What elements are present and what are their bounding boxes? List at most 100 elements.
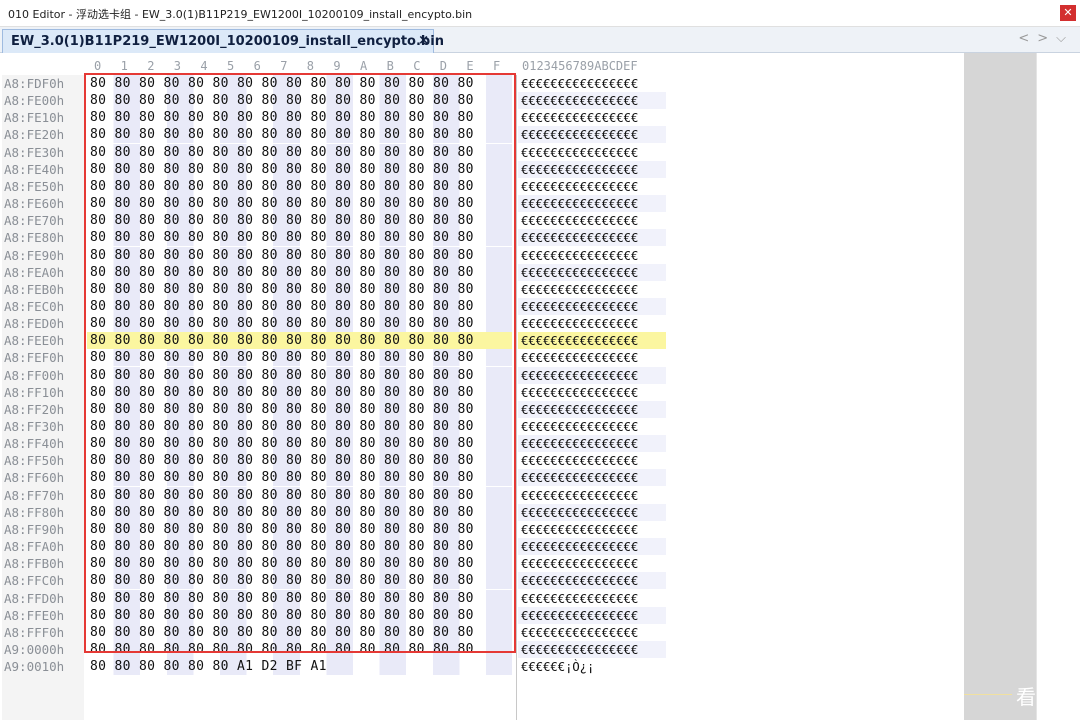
hex-row[interactable]: A9:0010h 80 80 80 80 80 80 A1 D2 BF A1 €€€…	[0, 658, 964, 676]
row-address: A8:FF10h	[4, 384, 65, 400]
row-ascii[interactable]: €€€€€€€€€€€€€€€€	[521, 470, 638, 485]
hex-col-header: 4	[200, 59, 208, 73]
row-address: A8:FEC0h	[4, 298, 65, 314]
row-address: A8:FF80h	[4, 504, 65, 520]
tab-close-icon[interactable]: ×	[418, 33, 429, 48]
row-ascii[interactable]: €€€€€€€€€€€€€€€€	[521, 453, 638, 468]
row-ascii[interactable]: €€€€€€€€€€€€€€€€	[521, 539, 638, 554]
row-address: A8:FFB0h	[4, 556, 65, 572]
row-ascii[interactable]: €€€€€€€€€€€€€€€€	[521, 591, 638, 606]
vertical-scrollbar[interactable]	[1036, 53, 1080, 720]
hex-col-header: 1	[120, 59, 128, 73]
row-ascii[interactable]: €€€€€€€€€€€€€€€€	[521, 162, 638, 177]
tab-menu-icon[interactable]: ⌵	[1056, 31, 1074, 46]
watermark-line	[964, 694, 1012, 695]
hex-col-header: 2	[147, 59, 155, 73]
row-ascii[interactable]: €€€€€€€€€€€€€€€€	[521, 436, 638, 451]
row-address: A8:FE10h	[4, 110, 65, 126]
row-address: A8:FF50h	[4, 453, 65, 469]
hex-col-header: 9	[333, 59, 341, 73]
row-ascii[interactable]: €€€€€€€€€€€€€€€€	[521, 402, 638, 417]
row-ascii[interactable]: €€€€€€€€€€€€€€€€	[521, 299, 638, 314]
row-ascii[interactable]: €€€€€€€€€€€€€€€€	[521, 196, 638, 211]
hex-col-header: 8	[306, 59, 315, 73]
row-address: A8:FE30h	[4, 144, 65, 160]
hex-col-header: 7	[280, 59, 288, 73]
row-ascii[interactable]: €€€€€€€€€€€€€€€€	[521, 110, 638, 125]
row-address: A8:FDF0h	[4, 76, 65, 91]
row-ascii[interactable]: €€€€€€€€€€€€€€€€	[521, 282, 638, 297]
row-ascii[interactable]: €€€€€€€€€€€€€€€€	[521, 265, 638, 280]
selection-box	[84, 73, 516, 653]
row-address: A8:FE20h	[4, 127, 65, 143]
row-address: A8:FE00h	[4, 93, 65, 109]
row-ascii[interactable]: €€€€€€€€€€€€€€€€	[521, 608, 638, 623]
tab-next-icon[interactable]: >	[1037, 31, 1056, 46]
row-ascii[interactable]: €€€€€€€€€€€€€€€€	[521, 505, 638, 520]
row-address: A8:FFC0h	[4, 573, 65, 589]
hex-col-header: 5	[227, 59, 235, 73]
row-ascii[interactable]: €€€€€€€€€€€€€€€€	[521, 419, 638, 434]
row-address: A8:FE60h	[4, 196, 65, 212]
hex-col-header: C	[413, 59, 421, 73]
hex-col-header: B	[386, 59, 394, 73]
row-address: A8:FF00h	[4, 367, 65, 383]
hex-col-header: F	[493, 59, 501, 73]
close-window-button[interactable]: ✕	[1060, 5, 1076, 21]
row-ascii[interactable]: €€€€€€€€€€€€€€€€	[521, 93, 638, 108]
row-address: A8:FE40h	[4, 161, 65, 177]
row-address: A9:0000h	[4, 641, 65, 657]
row-ascii[interactable]: €€€€€€€€€€€€€€€€	[521, 368, 638, 383]
row-address: A8:FFE0h	[4, 607, 65, 623]
row-address: A8:FEB0h	[4, 281, 65, 297]
tab-file[interactable]: EW_3.0(1)B11P219_EW1200I_10200109_instal…	[2, 29, 444, 53]
tab-prev-icon[interactable]: <	[1018, 31, 1037, 46]
row-ascii[interactable]: €€€€€€€€€€€€€€€€	[521, 350, 638, 365]
hex-col-header: 0	[94, 59, 102, 73]
window-title: 010 Editor - 浮动选卡组 - EW_3.0(1)B11P219_EW…	[8, 8, 473, 21]
ascii-column-header: 0123456789ABCDEF	[522, 59, 638, 73]
row-ascii[interactable]: €€€€€€€€€€€€€€€€	[521, 522, 638, 537]
row-ascii[interactable]: €€€€€€€€€€€€€€€€	[521, 127, 638, 142]
row-address: A8:FED0h	[4, 316, 65, 332]
row-hex-bytes[interactable]: 80 80 80 80 80 80 A1 D2 BF A1	[90, 659, 327, 674]
row-ascii[interactable]: €€€€€€€€€€€€€€€€	[521, 556, 638, 571]
row-address: A8:FE50h	[4, 178, 65, 194]
row-address: A8:FFA0h	[4, 539, 65, 555]
row-ascii[interactable]: €€€€€€€€€€€€€€€€	[521, 230, 638, 245]
row-address: A8:FF60h	[4, 470, 65, 486]
title-bar: 010 Editor - 浮动选卡组 - EW_3.0(1)B11P219_EW…	[0, 0, 1080, 27]
tab-label: EW_3.0(1)B11P219_EW1200I_10200109_instal…	[11, 34, 444, 49]
hex-col-header: A	[360, 59, 368, 73]
hex-col-header: 3	[173, 59, 182, 73]
row-ascii[interactable]: €€€€€€€€€€€€€€€€	[521, 213, 638, 228]
row-address: A8:FEA0h	[4, 264, 65, 280]
row-address: A8:FF90h	[4, 521, 65, 537]
row-ascii[interactable]: €€€€€€€€€€€€€€€€	[521, 316, 638, 331]
row-ascii[interactable]: €€€€€€€€€€€€€€€€	[521, 573, 638, 588]
row-ascii[interactable]: €€€€€€€€€€€€€€€€	[521, 333, 638, 348]
tab-bar: EW_3.0(1)B11P219_EW1200I_10200109_instal…	[0, 27, 1080, 53]
row-ascii[interactable]: €€€€€€€€€€€€€€€€	[521, 76, 638, 91]
row-ascii[interactable]: €€€€€€€€€€€€€€€€	[521, 145, 638, 160]
row-ascii[interactable]: €€€€€€€€€€€€€€€€	[521, 625, 638, 640]
row-address: A8:FEF0h	[4, 350, 65, 366]
row-address: A8:FF20h	[4, 401, 65, 417]
row-address: A8:FE90h	[4, 247, 65, 263]
row-ascii[interactable]: €€€€€€€€€€€€€€€€	[521, 488, 638, 503]
side-panel	[964, 53, 1036, 720]
row-address: A8:FEE0h	[4, 333, 65, 349]
row-ascii[interactable]: €€€€€€€€€€€€€€€€	[521, 385, 638, 400]
row-address: A8:FE80h	[4, 230, 65, 246]
row-ascii[interactable]: €€€€€€¡Ò¿¡	[521, 659, 594, 674]
tab-nav: <>⌵	[1018, 31, 1074, 46]
watermark-logo: 看雪	[1016, 685, 1056, 709]
row-ascii[interactable]: €€€€€€€€€€€€€€€€	[521, 642, 638, 657]
hex-col-header: D	[439, 59, 448, 73]
row-address: A8:FF70h	[4, 487, 65, 503]
row-address: A8:FF30h	[4, 419, 65, 434]
row-address: A8:FFD0h	[4, 590, 65, 606]
row-ascii[interactable]: €€€€€€€€€€€€€€€€	[521, 248, 638, 263]
hex-col-header: 6	[253, 59, 261, 73]
row-ascii[interactable]: €€€€€€€€€€€€€€€€	[521, 179, 638, 194]
